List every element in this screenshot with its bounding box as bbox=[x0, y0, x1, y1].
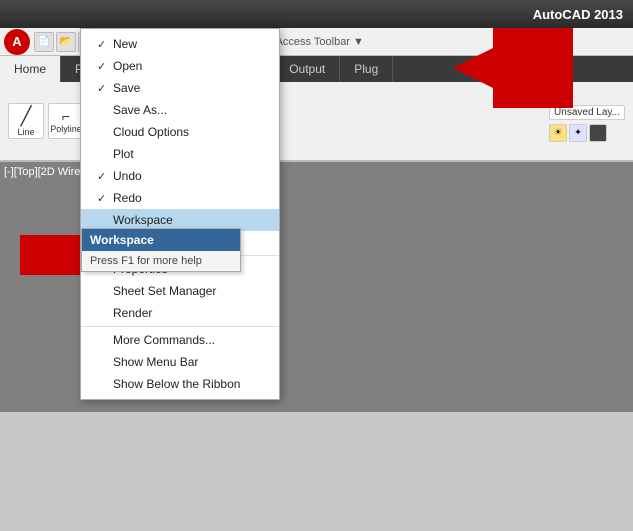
menu-item-redo[interactable]: ✓ Redo bbox=[81, 187, 279, 209]
check-below-ribbon bbox=[97, 378, 113, 390]
polyline-tool[interactable]: ⌐ Polyline bbox=[48, 103, 84, 139]
menu-item-plot[interactable]: Plot bbox=[81, 143, 279, 165]
menu-item-cloud[interactable]: Cloud Options bbox=[81, 121, 279, 143]
check-cloud bbox=[97, 126, 113, 138]
menu-item-show-below-ribbon[interactable]: Show Below the Ribbon bbox=[81, 373, 279, 395]
line-tool[interactable]: ╱ Line bbox=[8, 103, 44, 139]
star-icon[interactable]: ✦ bbox=[569, 124, 587, 142]
check-open: ✓ bbox=[97, 60, 113, 73]
tab-plug[interactable]: Plug bbox=[340, 56, 393, 82]
menu-item-show-menu-bar[interactable]: Show Menu Bar bbox=[81, 351, 279, 373]
check-render bbox=[97, 307, 113, 319]
check-save-as bbox=[97, 104, 113, 116]
check-workspace bbox=[97, 214, 113, 226]
menu-item-more-commands[interactable]: More Commands... bbox=[81, 329, 279, 351]
sun-icon[interactable]: ☀ bbox=[549, 124, 567, 142]
toolbar-new-icon[interactable]: 📄 bbox=[34, 32, 54, 52]
dark-block bbox=[589, 124, 607, 142]
draw-group: ╱ Line ⌐ Polyline bbox=[8, 103, 84, 139]
draw-tools: ╱ Line ⌐ Polyline bbox=[8, 103, 84, 139]
layer-icons: ☀ ✦ bbox=[549, 124, 625, 142]
menu-item-render[interactable]: Render bbox=[81, 302, 279, 324]
tab-home[interactable]: Home bbox=[0, 56, 61, 82]
check-new: ✓ bbox=[97, 38, 113, 51]
tab-output[interactable]: Output bbox=[275, 56, 340, 82]
check-save: ✓ bbox=[97, 82, 113, 95]
menu-item-new[interactable]: ✓ New bbox=[81, 33, 279, 55]
submenu-header: Workspace bbox=[82, 229, 240, 251]
menu-item-open[interactable]: ✓ Open bbox=[81, 55, 279, 77]
check-more bbox=[97, 334, 113, 346]
top-arrow bbox=[453, 28, 573, 111]
drawing-label: [-][Top][2D Wire... bbox=[4, 166, 90, 178]
menu-separator-2 bbox=[81, 326, 279, 327]
check-sheet-set bbox=[97, 285, 113, 297]
autocad-logo[interactable]: A bbox=[4, 29, 30, 55]
toolbar-open-icon[interactable]: 📂 bbox=[56, 32, 76, 52]
menu-item-sheet-set[interactable]: Sheet Set Manager bbox=[81, 280, 279, 302]
app-title: AutoCAD 2013 bbox=[533, 7, 623, 22]
dropdown-overlay: ✓ New ✓ Open ✓ Save Save As... Cloud Opt… bbox=[80, 28, 280, 400]
submenu-help[interactable]: Press F1 for more help bbox=[82, 251, 240, 271]
check-menu-bar bbox=[97, 356, 113, 368]
title-bar: AutoCAD 2013 bbox=[0, 0, 633, 28]
check-undo: ✓ bbox=[97, 170, 113, 183]
check-redo: ✓ bbox=[97, 192, 113, 205]
dropdown-menu: ✓ New ✓ Open ✓ Save Save As... Cloud Opt… bbox=[80, 28, 280, 400]
menu-item-undo[interactable]: ✓ Undo bbox=[81, 165, 279, 187]
menu-item-save-as[interactable]: Save As... bbox=[81, 99, 279, 121]
menu-item-save[interactable]: ✓ Save bbox=[81, 77, 279, 99]
submenu-tooltip: Workspace Press F1 for more help bbox=[81, 228, 241, 272]
check-plot bbox=[97, 148, 113, 160]
